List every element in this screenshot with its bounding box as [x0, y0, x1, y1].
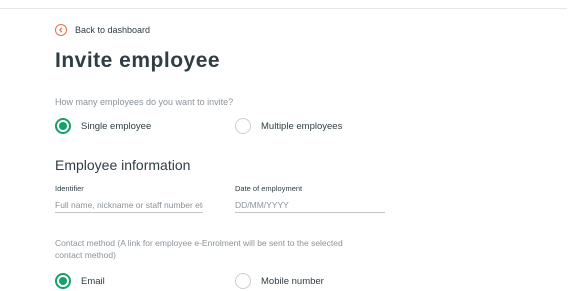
mobile-number-radio[interactable]: Mobile number [235, 273, 324, 289]
employee-information-heading: Employee information [55, 157, 191, 173]
email-radio[interactable]: Email [55, 273, 105, 289]
chevron-left-icon [55, 24, 67, 36]
identifier-label: Identifier [55, 184, 84, 193]
multiple-employees-radio[interactable]: Multiple employees [235, 118, 342, 134]
radio-unselected-icon [235, 273, 251, 289]
radio-label: Email [81, 275, 105, 287]
radio-unselected-icon [235, 118, 251, 134]
radio-label: Multiple employees [261, 120, 343, 132]
invite-count-question: How many employees do you want to invite… [55, 97, 234, 107]
single-employee-radio[interactable]: Single employee [55, 118, 151, 134]
contact-method-label: Contact method (A link for employee e-En… [55, 238, 343, 260]
page-title: Invite employee [55, 49, 221, 72]
top-divider [0, 8, 567, 9]
date-of-employment-input[interactable] [235, 198, 385, 213]
identifier-input[interactable] [55, 198, 203, 213]
radio-label: Single employee [81, 120, 152, 132]
back-to-dashboard-link[interactable]: Back to dashboard [55, 24, 150, 36]
radio-selected-icon [55, 273, 71, 289]
back-link-label: Back to dashboard [75, 25, 151, 35]
radio-label: Mobile number [261, 275, 324, 287]
radio-selected-icon [55, 118, 71, 134]
date-of-employment-label: Date of employment [235, 184, 303, 193]
